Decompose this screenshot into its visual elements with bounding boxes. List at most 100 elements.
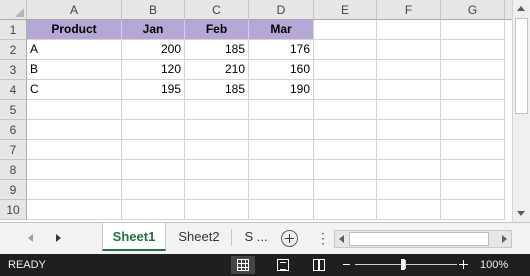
column-header-d[interactable]: D — [249, 0, 314, 20]
cell-c2[interactable]: 185 — [185, 40, 249, 60]
cell-c1[interactable]: Feb — [185, 20, 249, 40]
cell-a10[interactable] — [27, 200, 122, 220]
cell-d2[interactable]: 176 — [249, 40, 314, 60]
vertical-scroll-thumb[interactable] — [515, 18, 528, 114]
column-header-g[interactable]: G — [441, 0, 505, 20]
cell-b8[interactable] — [122, 160, 185, 180]
cell-e5[interactable] — [314, 100, 377, 120]
add-sheet-icon[interactable] — [281, 230, 298, 247]
cell-a2[interactable]: A — [27, 40, 122, 60]
cell-a1[interactable]: Product — [27, 20, 122, 40]
cell-b1[interactable]: Jan — [122, 20, 185, 40]
cell-c4[interactable]: 185 — [185, 80, 249, 100]
row-header-10[interactable]: 10 — [0, 200, 27, 220]
page-break-preview-button[interactable] — [307, 256, 331, 274]
spreadsheet-grid[interactable]: A B C D E F G 1 2 3 4 5 6 7 8 9 10 Produ… — [0, 0, 530, 222]
column-header-b[interactable]: B — [122, 0, 185, 20]
zoom-in-icon[interactable] — [459, 260, 468, 269]
cell-b4[interactable]: 195 — [122, 80, 185, 100]
tab-scroll-left-icon[interactable] — [22, 229, 40, 247]
cell-f9[interactable] — [377, 180, 441, 200]
cell-a5[interactable] — [27, 100, 122, 120]
row-header-9[interactable]: 9 — [0, 180, 27, 200]
cell-c3[interactable]: 210 — [185, 60, 249, 80]
row-header-6[interactable]: 6 — [0, 120, 27, 140]
cell-g8[interactable] — [441, 160, 505, 180]
cell-b6[interactable] — [122, 120, 185, 140]
cell-c5[interactable] — [185, 100, 249, 120]
cell-a9[interactable] — [27, 180, 122, 200]
column-header-f[interactable]: F — [377, 0, 441, 20]
zoom-level-text[interactable]: 100% — [480, 254, 508, 276]
row-header-8[interactable]: 8 — [0, 160, 27, 180]
cell-f8[interactable] — [377, 160, 441, 180]
tab-scroll-right-icon[interactable] — [49, 229, 67, 247]
tab-sheet1[interactable]: Sheet1 — [102, 223, 166, 251]
cell-c9[interactable] — [185, 180, 249, 200]
column-header-a[interactable]: A — [27, 0, 122, 20]
cell-e8[interactable] — [314, 160, 377, 180]
cell-f1[interactable] — [377, 20, 441, 40]
cell-g6[interactable] — [441, 120, 505, 140]
cell-g9[interactable] — [441, 180, 505, 200]
cell-f5[interactable] — [377, 100, 441, 120]
scroll-up-icon[interactable] — [513, 0, 530, 17]
cell-f4[interactable] — [377, 80, 441, 100]
row-header-1[interactable]: 1 — [0, 20, 27, 40]
scroll-down-icon[interactable] — [513, 205, 530, 222]
cell-g10[interactable] — [441, 200, 505, 220]
horizontal-scroll-thumb[interactable] — [349, 232, 489, 246]
cell-e10[interactable] — [314, 200, 377, 220]
cell-g3[interactable] — [441, 60, 505, 80]
cell-f7[interactable] — [377, 140, 441, 160]
cell-c6[interactable] — [185, 120, 249, 140]
cell-b2[interactable]: 200 — [122, 40, 185, 60]
cell-b7[interactable] — [122, 140, 185, 160]
tab-splitter-handle[interactable]: ⋮ — [316, 231, 330, 245]
cell-g7[interactable] — [441, 140, 505, 160]
cell-a7[interactable] — [27, 140, 122, 160]
scroll-right-icon[interactable] — [502, 235, 507, 243]
normal-view-button[interactable] — [231, 256, 255, 274]
cell-g4[interactable] — [441, 80, 505, 100]
cell-d10[interactable] — [249, 200, 314, 220]
page-layout-view-button[interactable] — [271, 256, 295, 274]
cell-c10[interactable] — [185, 200, 249, 220]
cell-d1[interactable]: Mar — [249, 20, 314, 40]
zoom-out-icon[interactable] — [343, 264, 350, 265]
cell-c8[interactable] — [185, 160, 249, 180]
cell-b5[interactable] — [122, 100, 185, 120]
vertical-scrollbar[interactable] — [512, 0, 530, 222]
cell-d4[interactable]: 190 — [249, 80, 314, 100]
cell-a4[interactable]: C — [27, 80, 122, 100]
cell-d9[interactable] — [249, 180, 314, 200]
zoom-slider-track[interactable] — [355, 264, 457, 265]
cell-g5[interactable] — [441, 100, 505, 120]
cell-e3[interactable] — [314, 60, 377, 80]
column-header-e[interactable]: E — [314, 0, 377, 20]
select-all-corner[interactable] — [0, 0, 27, 20]
cell-b10[interactable] — [122, 200, 185, 220]
cell-b9[interactable] — [122, 180, 185, 200]
cell-e7[interactable] — [314, 140, 377, 160]
cell-a3[interactable]: B — [27, 60, 122, 80]
tab-sheet2[interactable]: Sheet2 — [168, 223, 230, 251]
row-header-4[interactable]: 4 — [0, 80, 27, 100]
cell-e2[interactable] — [314, 40, 377, 60]
cell-f2[interactable] — [377, 40, 441, 60]
cell-a6[interactable] — [27, 120, 122, 140]
cell-c7[interactable] — [185, 140, 249, 160]
cell-e4[interactable] — [314, 80, 377, 100]
cell-g2[interactable] — [441, 40, 505, 60]
cell-d3[interactable]: 160 — [249, 60, 314, 80]
tab-sheet3-truncated[interactable]: S ... — [236, 223, 276, 251]
cell-f6[interactable] — [377, 120, 441, 140]
row-header-3[interactable]: 3 — [0, 60, 27, 80]
scroll-left-icon[interactable] — [339, 235, 344, 243]
row-header-2[interactable]: 2 — [0, 40, 27, 60]
cell-f10[interactable] — [377, 200, 441, 220]
row-header-7[interactable]: 7 — [0, 140, 27, 160]
column-header-c[interactable]: C — [185, 0, 249, 20]
cell-d5[interactable] — [249, 100, 314, 120]
cell-d6[interactable] — [249, 120, 314, 140]
